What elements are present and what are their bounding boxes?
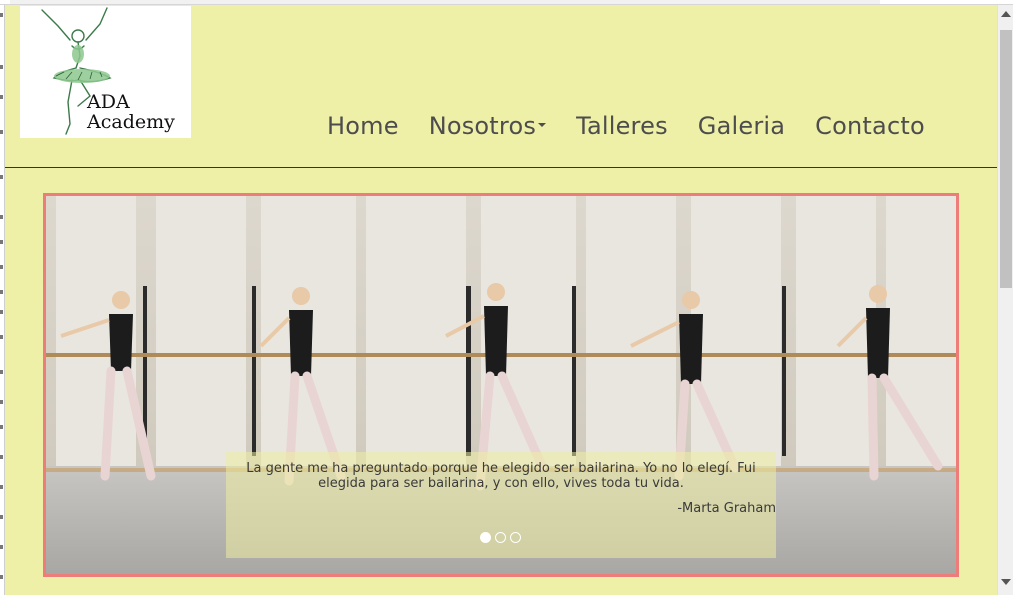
carousel-caption: La gente me ha preguntado porque he eleg… bbox=[226, 452, 776, 558]
nav-talleres[interactable]: Talleres bbox=[576, 112, 668, 140]
scrollbar-thumb[interactable] bbox=[1000, 30, 1012, 288]
nav-galeria[interactable]: Galeria bbox=[698, 112, 785, 140]
carousel-indicators bbox=[480, 532, 521, 543]
dropdown-caret-icon bbox=[538, 123, 547, 127]
scroll-down-arrow-icon[interactable] bbox=[1001, 579, 1011, 585]
caption-author: -Marta Graham bbox=[677, 501, 776, 516]
nav-nosotros-label: Nosotros bbox=[428, 112, 537, 140]
site-logo[interactable]: ADA Academy bbox=[20, 6, 191, 138]
carousel-dot-3[interactable] bbox=[510, 532, 521, 543]
caption-quote: La gente me ha preguntado porque he eleg… bbox=[246, 461, 756, 491]
carousel-dot-2[interactable] bbox=[495, 532, 506, 543]
nav-contacto[interactable]: Contacto bbox=[815, 112, 925, 140]
logo-text-line2: Academy bbox=[87, 111, 175, 133]
vertical-scrollbar[interactable] bbox=[997, 5, 1013, 595]
nav-home[interactable]: Home bbox=[327, 112, 399, 140]
main-nav: Home Nosotros Talleres Galeria Contacto bbox=[327, 108, 925, 144]
nav-nosotros[interactable]: Nosotros bbox=[428, 112, 547, 140]
header-divider bbox=[5, 167, 997, 168]
page: ADA Academy Home Nosotros Talleres Galer… bbox=[5, 5, 997, 595]
scroll-up-arrow-icon[interactable] bbox=[1001, 11, 1011, 17]
carousel-dot-1[interactable] bbox=[480, 532, 491, 543]
hero-carousel[interactable]: La gente me ha preguntado porque he eleg… bbox=[43, 193, 959, 577]
logo-text-line1: ADA bbox=[87, 91, 130, 113]
